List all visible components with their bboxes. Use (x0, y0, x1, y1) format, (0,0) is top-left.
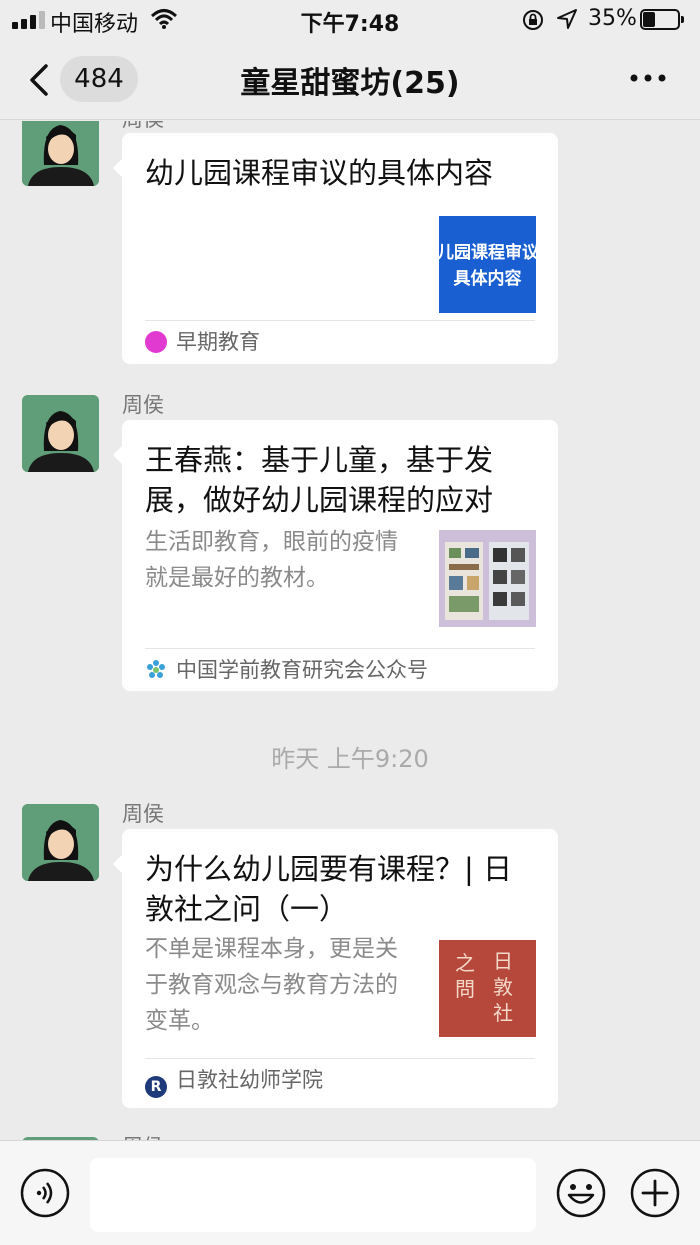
source-logo-icon (145, 331, 167, 353)
link-card[interactable]: 幼儿园课程审议的具体内容 儿园课程审议 具体内容 早期教育 (113, 133, 558, 364)
link-card-description: 生活即教育，眼前的疫情就是最好的教材。 (145, 529, 398, 591)
more-options-icon[interactable] (628, 66, 668, 90)
thumbnail-text-line: 日 (493, 949, 513, 973)
thumbnail-text-line: 儿园课程审议 (439, 243, 536, 263)
card-divider (145, 1058, 535, 1059)
battery-percent: 35% (588, 6, 637, 31)
sender-name: 周侯 (122, 802, 164, 826)
source-logo-icon (147, 660, 165, 678)
time-divider: 昨天 上午9:20 (271, 745, 429, 773)
thumbnail-text-line: 之 (455, 951, 475, 975)
status-bar: 中国移动 下午7:48 35% (0, 0, 700, 40)
sender-name: 周侯 (122, 393, 164, 417)
message-input[interactable] (90, 1158, 536, 1232)
sender-name: 周侯 (122, 121, 164, 133)
link-card-source: 中国学前教育研究会公众号 (145, 655, 535, 685)
link-card-source: 早期教育 (145, 327, 535, 357)
sender-name: 周侯 (122, 1131, 164, 1140)
chat-header: 484 童星甜蜜坊(25) (0, 40, 700, 120)
avatar-portrait-icon (22, 804, 99, 881)
battery-icon (640, 9, 684, 30)
link-card-thumbnail: 之 問 日 敦 社 (439, 940, 536, 1037)
card-divider (145, 320, 535, 321)
link-card-title: 幼儿园课程审议的具体内容 (145, 156, 494, 190)
link-card[interactable]: 为什么幼儿园要有课程？| 日敦社之问（一） 不单是课程本身，更是关于教育观念与教… (113, 829, 558, 1108)
link-card-title: 为什么幼儿园要有课程？| 日敦社之问（一） (145, 852, 512, 926)
add-attachment-icon[interactable] (630, 1168, 680, 1218)
chat-title: 童星甜蜜坊(25) (240, 66, 460, 101)
message-list[interactable]: 周侯 幼儿园课程审议的具体内容 儿园课程审议 具体内容 早期教育 周侯 (0, 121, 700, 1140)
emoji-icon[interactable] (556, 1168, 606, 1218)
rotation-lock-icon (523, 10, 543, 30)
thumbnail-text-line: 具体内容 (453, 269, 522, 289)
avatar-portrait-icon (22, 121, 99, 186)
source-name: 日敦社幼师学院 (176, 1068, 323, 1092)
input-bar (0, 1140, 700, 1245)
location-icon (557, 9, 577, 29)
link-card-thumbnail: 儿园课程审议 具体内容 (439, 216, 536, 313)
source-name: 早期教育 (176, 330, 260, 354)
avatar[interactable] (22, 804, 99, 881)
link-card-source: R 日敦社幼师学院 (145, 1065, 535, 1098)
avatar-portrait-icon (22, 395, 99, 472)
thumbnail-text-line: 敦 (493, 975, 513, 999)
avatar[interactable] (22, 121, 99, 186)
card-divider (145, 648, 535, 649)
link-card[interactable]: 王春燕：基于儿童，基于发展，做好幼儿园课程的应对 生活即教育，眼前的疫情就是最好… (113, 420, 558, 691)
avatar[interactable] (22, 395, 99, 472)
link-card-thumbnail (439, 530, 536, 627)
link-card-title: 王春燕：基于儿童，基于发展，做好幼儿园课程的应对 (145, 443, 494, 517)
link-card-description: 不单是课程本身，更是关于教育观念与教育方法的变革。 (145, 936, 398, 1034)
thumbnail-text-line: 社 (493, 1001, 513, 1025)
source-name: 中国学前教育研究会公众号 (176, 658, 428, 682)
thumbnail-text-line: 問 (455, 977, 475, 1001)
voice-input-icon[interactable] (20, 1168, 70, 1218)
source-logo-icon: R (145, 1076, 167, 1098)
